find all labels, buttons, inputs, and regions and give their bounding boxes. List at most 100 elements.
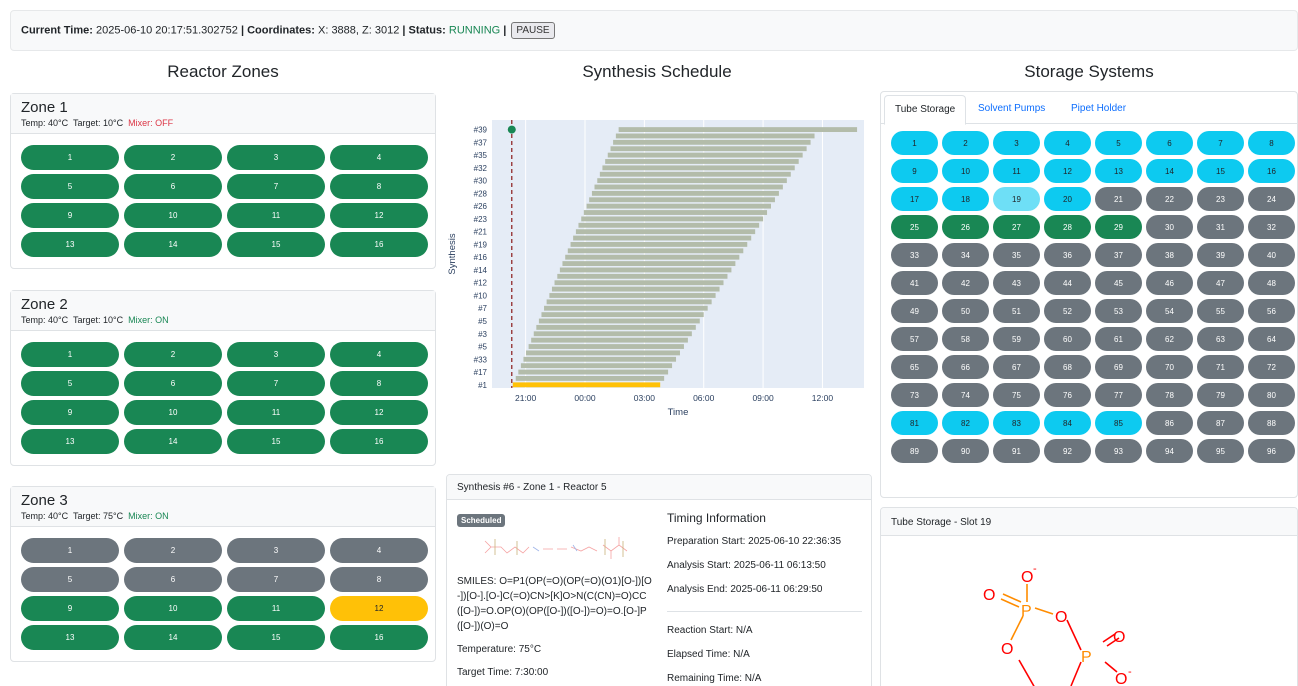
tube-slot[interactable]: 85	[1095, 411, 1142, 435]
schedule-bar[interactable]	[557, 273, 728, 279]
reactor-button[interactable]: 9	[21, 596, 119, 621]
tube-slot[interactable]: 66	[942, 355, 989, 379]
reactor-button[interactable]: 3	[227, 145, 325, 170]
tube-slot[interactable]: 80	[1248, 383, 1295, 407]
reactor-button[interactable]: 2	[124, 342, 222, 367]
schedule-bar[interactable]	[578, 222, 760, 228]
tube-slot[interactable]: 53	[1095, 299, 1142, 323]
tube-slot[interactable]: 1	[891, 131, 938, 155]
reactor-button[interactable]: 5	[21, 371, 119, 396]
schedule-bar[interactable]	[615, 133, 815, 139]
tube-slot[interactable]: 94	[1146, 439, 1193, 463]
tube-slot[interactable]: 48	[1248, 271, 1295, 295]
schedule-bar[interactable]	[515, 376, 665, 381]
tube-slot[interactable]: 14	[1146, 159, 1193, 183]
tube-slot[interactable]: 83	[993, 411, 1040, 435]
tube-slot[interactable]: 95	[1197, 439, 1244, 463]
reactor-button[interactable]: 13	[21, 232, 119, 257]
tube-slot[interactable]: 92	[1044, 439, 1091, 463]
tube-slot[interactable]: 74	[942, 383, 989, 407]
schedule-bar[interactable]	[551, 286, 720, 292]
reactor-button[interactable]: 11	[227, 400, 325, 425]
reactor-button[interactable]: 7	[227, 174, 325, 199]
tube-slot[interactable]: 23	[1197, 187, 1244, 211]
tube-slot[interactable]: 38	[1146, 243, 1193, 267]
reactor-button[interactable]: 13	[21, 429, 119, 454]
tube-slot[interactable]: 91	[993, 439, 1040, 463]
schedule-bar[interactable]	[602, 165, 795, 171]
reactor-button[interactable]: 12	[330, 203, 428, 228]
schedule-bar[interactable]	[562, 261, 736, 266]
schedule-bar[interactable]	[559, 267, 732, 273]
tube-slot[interactable]: 2	[942, 131, 989, 155]
tube-slot[interactable]: 49	[891, 299, 938, 323]
reactor-button[interactable]: 15	[227, 429, 325, 454]
schedule-bar[interactable]	[594, 184, 783, 190]
reactor-button[interactable]: 8	[330, 174, 428, 199]
tube-slot[interactable]: 21	[1095, 187, 1142, 211]
tube-slot[interactable]: 12	[1044, 159, 1091, 183]
schedule-bar[interactable]	[536, 324, 696, 330]
tube-slot[interactable]: 63	[1197, 327, 1244, 351]
tube-slot[interactable]: 96	[1248, 439, 1295, 463]
tube-slot[interactable]: 52	[1044, 299, 1091, 323]
tube-slot[interactable]: 93	[1095, 439, 1142, 463]
reactor-button[interactable]: 12	[330, 596, 428, 621]
schedule-bar[interactable]	[610, 146, 807, 152]
reactor-button[interactable]: 9	[21, 400, 119, 425]
schedule-bar[interactable]	[591, 190, 779, 196]
reactor-button[interactable]: 4	[330, 342, 428, 367]
tube-slot[interactable]: 20	[1044, 187, 1091, 211]
reactor-button[interactable]: 11	[227, 203, 325, 228]
tube-slot[interactable]: 69	[1095, 355, 1142, 379]
reactor-button[interactable]: 4	[330, 145, 428, 170]
tube-slot[interactable]: 27	[993, 215, 1040, 239]
schedule-bar[interactable]	[575, 229, 756, 235]
reactor-button[interactable]: 1	[21, 145, 119, 170]
tube-slot[interactable]: 39	[1197, 243, 1244, 267]
reactor-button[interactable]: 8	[330, 371, 428, 396]
tube-slot[interactable]: 60	[1044, 327, 1091, 351]
schedule-bar[interactable]	[541, 312, 704, 318]
tube-slot[interactable]: 55	[1197, 299, 1244, 323]
schedule-bar[interactable]	[546, 299, 712, 305]
reactor-button[interactable]: 10	[124, 203, 222, 228]
schedule-bar[interactable]	[531, 337, 688, 343]
tube-slot[interactable]: 42	[942, 271, 989, 295]
schedule-bar[interactable]	[583, 210, 768, 215]
schedule-bar[interactable]	[570, 242, 748, 247]
tube-slot[interactable]: 44	[1044, 271, 1091, 295]
tube-slot[interactable]: 6	[1146, 131, 1193, 155]
reactor-button[interactable]: 7	[227, 567, 325, 592]
tube-slot[interactable]: 71	[1197, 355, 1244, 379]
reactor-button[interactable]: 11	[227, 596, 325, 621]
tube-slot[interactable]: 54	[1146, 299, 1193, 323]
schedule-bar[interactable]	[581, 216, 764, 222]
schedule-bar[interactable]	[597, 178, 787, 184]
tube-slot[interactable]: 24	[1248, 187, 1295, 211]
tube-slot[interactable]: 11	[993, 159, 1040, 183]
tube-slot[interactable]: 26	[942, 215, 989, 239]
tube-slot[interactable]: 43	[993, 271, 1040, 295]
reactor-button[interactable]: 3	[227, 342, 325, 367]
reactor-button[interactable]: 6	[124, 567, 222, 592]
pause-button[interactable]: PAUSE	[511, 22, 555, 39]
tube-slot[interactable]: 90	[942, 439, 989, 463]
schedule-bar[interactable]	[586, 203, 771, 209]
tube-slot[interactable]: 87	[1197, 411, 1244, 435]
tube-slot[interactable]: 73	[891, 383, 938, 407]
tube-slot[interactable]: 78	[1146, 383, 1193, 407]
reactor-button[interactable]: 16	[330, 232, 428, 257]
reactor-button[interactable]: 13	[21, 625, 119, 650]
tube-slot[interactable]: 88	[1248, 411, 1295, 435]
reactor-button[interactable]: 2	[124, 538, 222, 563]
reactor-button[interactable]: 2	[124, 145, 222, 170]
reactor-button[interactable]: 1	[21, 342, 119, 367]
tab-pipet-holder[interactable]: Pipet Holder	[1061, 95, 1136, 125]
reactor-button[interactable]: 3	[227, 538, 325, 563]
tube-slot[interactable]: 86	[1146, 411, 1193, 435]
tube-slot[interactable]: 56	[1248, 299, 1295, 323]
tube-slot[interactable]: 45	[1095, 271, 1142, 295]
schedule-bar[interactable]	[589, 197, 775, 203]
tube-slot[interactable]: 82	[942, 411, 989, 435]
